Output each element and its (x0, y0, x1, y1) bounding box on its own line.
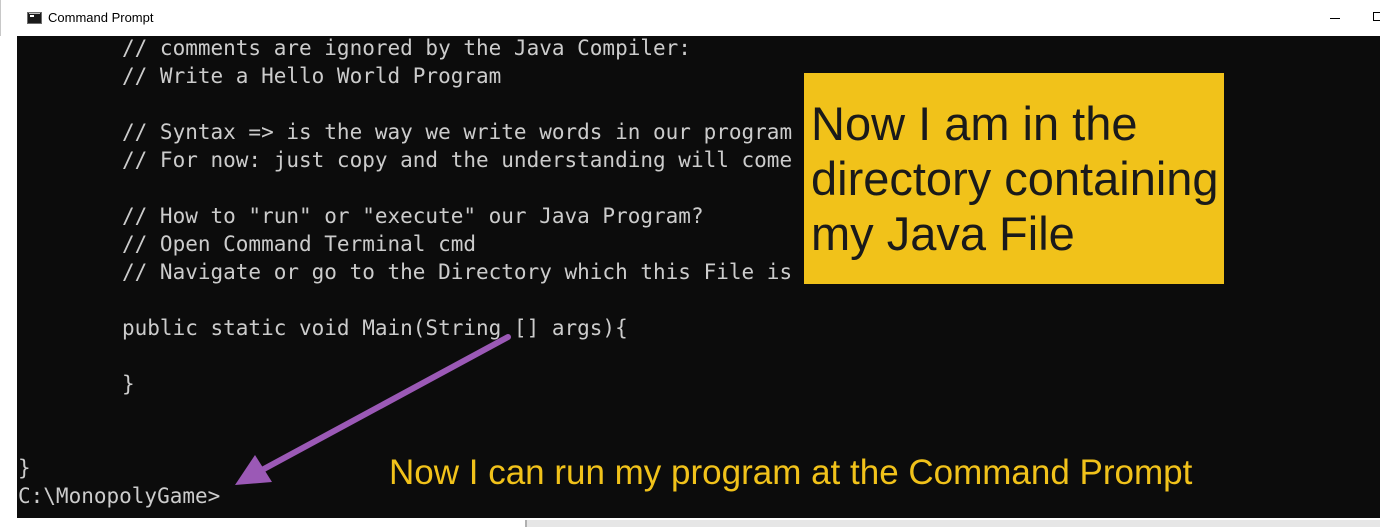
window-title: Command Prompt (48, 10, 154, 25)
maximize-button[interactable] (1358, 0, 1380, 36)
cmd-icon (27, 12, 42, 24)
console-line: // Open Command Terminal cmd (122, 232, 477, 256)
window-left-border (0, 36, 17, 527)
console-line: // Write a Hello World Program (122, 64, 502, 88)
console-line: public static void Main(String [] args){ (122, 316, 628, 340)
closing-brace: } (18, 456, 31, 480)
callout-box: Now I am in the directory containing my … (804, 73, 1224, 284)
console-line: // Navigate or go to the Directory which… (122, 260, 793, 284)
console-line: } (122, 372, 135, 396)
console-line: // How to "run" or "execute" our Java Pr… (122, 204, 704, 228)
minimize-button[interactable] (1312, 0, 1358, 36)
horizontal-scrollbar[interactable] (17, 518, 1380, 527)
scrollbar-track[interactable] (525, 520, 1380, 527)
console-line: // comments are ignored by the Java Comp… (122, 36, 691, 60)
console-line: // For now: just copy and the understand… (122, 148, 793, 172)
console-line: // Syntax => is the way we write words i… (122, 120, 793, 144)
command-prompt[interactable]: C:\MonopolyGame> (18, 482, 220, 510)
title-bar[interactable]: Command Prompt (0, 0, 1380, 36)
caption-text: Now I can run my program at the Command … (389, 453, 1193, 492)
